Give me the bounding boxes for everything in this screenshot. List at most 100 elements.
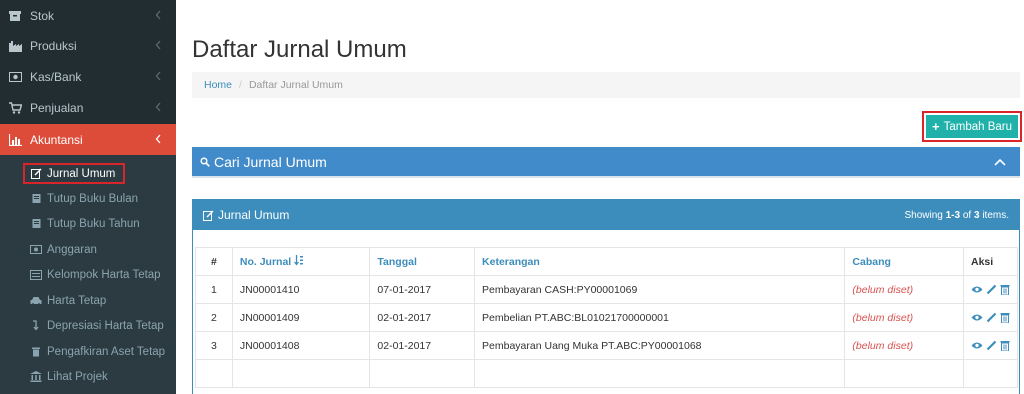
- breadcrumb-current: Daftar Jurnal Umum: [248, 79, 343, 91]
- table-row: 2 JN00001409 02-01-2017 Pembelian PT.ABC…: [195, 303, 1018, 332]
- jurnal-table: # No. Jurnal Tanggal Keterangan Cabang A…: [195, 247, 1018, 388]
- showing-summary: Showing 1-3 of 3 items.: [904, 210, 1009, 221]
- column-header-tanggal[interactable]: Tanggal: [369, 247, 476, 276]
- factory-icon: [8, 40, 22, 52]
- car-icon: [30, 295, 42, 306]
- submenu-item-label: Tutup Buku Tahun: [47, 217, 140, 230]
- level-down-icon: [30, 320, 42, 331]
- cart-icon: [8, 101, 22, 114]
- row-cabang: (belum diset): [844, 303, 964, 332]
- delete-icon[interactable]: [1000, 340, 1010, 351]
- row-no-jurnal: JN00001410: [231, 275, 371, 304]
- sidebar-item-label: Produksi: [30, 38, 77, 53]
- sidebar-item-kasbank[interactable]: Kas/Bank: [0, 61, 176, 92]
- column-header-no-jurnal[interactable]: No. Jurnal: [231, 247, 371, 276]
- row-tanggal: 02-01-2017: [369, 331, 476, 360]
- delete-icon[interactable]: [1000, 312, 1010, 323]
- submenu-item-anggaran[interactable]: Anggaran: [0, 237, 176, 262]
- chevron-left-icon: [155, 40, 161, 50]
- breadcrumb-home-link[interactable]: Home: [204, 79, 232, 91]
- chevron-left-icon: [155, 134, 161, 144]
- column-header-num: #: [195, 247, 233, 276]
- view-icon[interactable]: [971, 341, 983, 350]
- view-icon[interactable]: [971, 285, 983, 294]
- sidebar-item-akuntansi[interactable]: Akuntansi: [0, 124, 176, 155]
- breadcrumb-separator: /: [239, 79, 242, 91]
- column-header-cabang[interactable]: Cabang: [844, 247, 964, 276]
- search-panel-header[interactable]: Cari Jurnal Umum: [192, 147, 1020, 178]
- sidebar-item-stok[interactable]: Stok: [0, 0, 176, 31]
- box-icon: [8, 10, 22, 22]
- row-keterangan: Pembayaran CASH:PY00001069: [474, 275, 846, 304]
- edit-icon[interactable]: [986, 312, 997, 323]
- submenu-item-kelompok-harta-tetap[interactable]: Kelompok Harta Tetap: [0, 262, 176, 287]
- row-no-jurnal: JN00001409: [231, 303, 371, 332]
- column-header-aksi: Aksi: [963, 247, 1018, 276]
- delete-icon[interactable]: [1000, 284, 1010, 295]
- book-icon: [30, 193, 42, 204]
- submenu-item-label: Anggaran: [47, 243, 97, 256]
- row-cabang: (belum diset): [844, 331, 964, 360]
- chevron-left-icon: [155, 102, 161, 112]
- submenu-item-label: Pengafkiran Aset Tetap: [47, 345, 166, 358]
- search-panel-title: Cari Jurnal Umum: [214, 153, 327, 170]
- row-keterangan: Pembayaran Uang Muka PT.ABC:PY00001068: [474, 331, 846, 360]
- row-actions: [963, 331, 1018, 360]
- money-icon: [30, 244, 42, 255]
- trash-icon: [30, 346, 42, 357]
- sidebar-item-label: Akuntansi: [30, 132, 83, 147]
- chevron-up-icon[interactable]: [994, 158, 1006, 166]
- submenu-item-label: Lihat Projek: [47, 370, 108, 383]
- row-keterangan: Pembelian PT.ABC:BL01021700000001: [474, 303, 846, 332]
- sidebar-item-label: Stok: [30, 8, 55, 23]
- row-tanggal: 02-01-2017: [369, 303, 476, 332]
- breadcrumb: Home / Daftar Jurnal Umum: [192, 72, 1020, 98]
- institution-icon: [30, 371, 42, 382]
- jurnal-panel-title: Jurnal Umum: [218, 208, 290, 222]
- main-content: Daftar Jurnal Umum Home / Daftar Jurnal …: [176, 0, 1024, 394]
- submenu-item-tutup-buku-bulan[interactable]: Tutup Buku Bulan: [0, 186, 176, 211]
- jurnal-panel: Jurnal Umum Showing 1-3 of 3 items. # No…: [192, 199, 1020, 394]
- sidebar-item-label: Kas/Bank: [30, 69, 82, 84]
- edit-icon[interactable]: [986, 284, 997, 295]
- table-row: 1 JN00001410 07-01-2017 Pembayaran CASH:…: [195, 275, 1018, 304]
- highlight-box: [23, 163, 125, 184]
- row-tanggal: 07-01-2017: [369, 275, 476, 304]
- row-num: 2: [195, 303, 233, 332]
- row-num: 1: [195, 275, 233, 304]
- submenu-item-tutup-buku-tahun[interactable]: Tutup Buku Tahun: [0, 211, 176, 236]
- sidebar: Stok Produksi Kas/Bank Penjualan Akuntan…: [0, 0, 176, 394]
- table-row: 3 JN00001408 02-01-2017 Pembayaran Uang …: [195, 331, 1018, 360]
- money-icon: [8, 71, 22, 83]
- row-actions: [963, 303, 1018, 332]
- submenu-item-label: Tutup Buku Bulan: [47, 192, 138, 205]
- submenu-item-lihat-projek[interactable]: Lihat Projek: [0, 364, 176, 389]
- add-new-button[interactable]: + Tambah Baru: [926, 115, 1018, 138]
- page-title: Daftar Jurnal Umum: [192, 36, 407, 63]
- chevron-left-icon: [155, 71, 161, 81]
- submenu-item-pengafkiran-aset-tetap[interactable]: Pengafkiran Aset Tetap: [0, 339, 176, 364]
- view-icon[interactable]: [971, 313, 983, 322]
- list-icon: [30, 269, 42, 280]
- edit-icon: [203, 210, 214, 221]
- book-icon: [30, 218, 42, 229]
- edit-icon[interactable]: [986, 340, 997, 351]
- submenu-item-label: Depresiasi Harta Tetap: [47, 319, 164, 332]
- row-actions: [963, 275, 1018, 304]
- chevron-left-icon: [155, 10, 161, 20]
- row-no-jurnal: JN00001408: [231, 331, 371, 360]
- row-cabang: (belum diset): [844, 275, 964, 304]
- column-header-keterangan[interactable]: Keterangan: [474, 247, 846, 276]
- highlight-box: + Tambah Baru: [922, 111, 1022, 142]
- row-num: 3: [195, 331, 233, 360]
- table-header-row: # No. Jurnal Tanggal Keterangan Cabang A…: [195, 247, 1018, 276]
- sidebar-item-penjualan[interactable]: Penjualan: [0, 92, 176, 123]
- submenu-item-depresiasi-harta-tetap[interactable]: Depresiasi Harta Tetap: [0, 313, 176, 338]
- sidebar-item-produksi[interactable]: Produksi: [0, 30, 176, 61]
- bar-chart-icon: [8, 133, 22, 146]
- sort-icon: [294, 255, 304, 266]
- table-row-empty: [195, 359, 1018, 388]
- add-new-button-label: Tambah Baru: [943, 120, 1012, 133]
- submenu-item-label: Harta Tetap: [47, 294, 107, 307]
- submenu-item-harta-tetap[interactable]: Harta Tetap: [0, 288, 176, 313]
